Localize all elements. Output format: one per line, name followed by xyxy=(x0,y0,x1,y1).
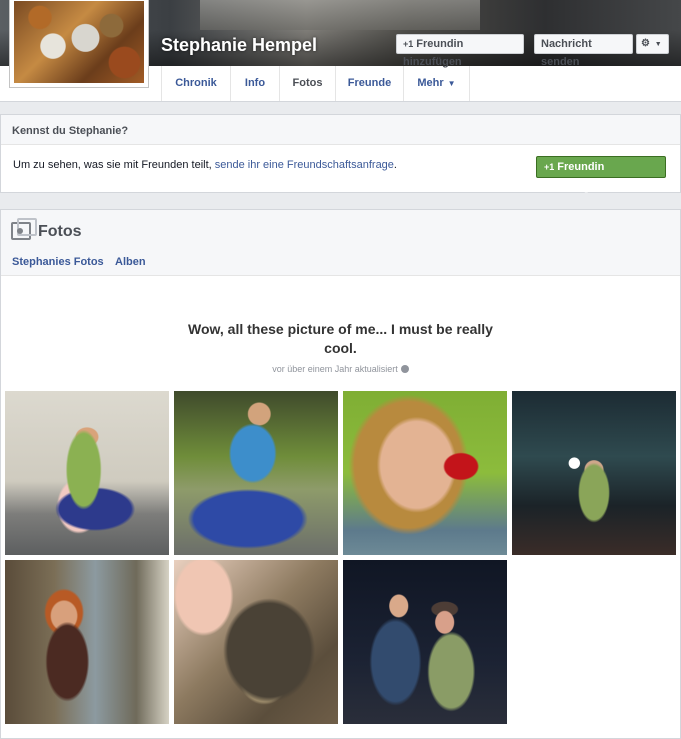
profile-picture-image xyxy=(14,1,144,83)
subtab-alben[interactable]: Alben xyxy=(115,256,146,268)
friend-suggestion-suffix: . xyxy=(393,159,397,171)
photos-title[interactable]: Fotos xyxy=(38,223,82,241)
photo-thumbnail-4[interactable] xyxy=(512,391,676,555)
album-title: Wow, all these picture of me... I must b… xyxy=(188,321,493,356)
add-friend-button[interactable]: +1 Freundin hinzufügen xyxy=(396,34,524,68)
tab-mehr-label: Mehr xyxy=(417,77,444,89)
profile-name[interactable]: Stephanie Hempel xyxy=(161,35,317,56)
gear-icon: ⚙ xyxy=(641,38,650,49)
person-plus-icon: +1 xyxy=(544,162,555,172)
person-plus-icon: +1 xyxy=(403,39,414,49)
tab-mehr[interactable]: Mehr ▼ xyxy=(403,66,470,101)
add-friend-green-button[interactable]: +1 Freundin hinzufügen xyxy=(536,156,666,193)
album-updated: vor über einem Jahr aktualisiert xyxy=(1,364,680,374)
tab-freunde[interactable]: Freunde xyxy=(335,66,403,101)
photo-thumbnail-3[interactable] xyxy=(343,391,507,555)
photos-icon xyxy=(11,218,37,240)
profile-picture[interactable] xyxy=(9,0,149,88)
tab-info[interactable]: Info xyxy=(230,66,279,101)
photo-thumbnail-5[interactable] xyxy=(5,560,169,724)
friend-suggestion-prefix: Um zu sehen, was sie mit Freunden teilt, xyxy=(13,159,215,171)
friend-suggestion-text: Um zu sehen, was sie mit Freunden teilt,… xyxy=(13,159,397,171)
chevron-down-icon: ▼ xyxy=(654,41,662,48)
cover-sky xyxy=(200,0,480,30)
photo-thumbnail-7[interactable] xyxy=(343,560,507,724)
album-updated-text: vor über einem Jahr aktualisiert xyxy=(272,364,398,374)
globe-icon xyxy=(400,365,409,373)
photo-thumbnail-2[interactable] xyxy=(174,391,338,555)
friend-suggestion-box: Kennst du Stephanie? Um zu sehen, was si… xyxy=(0,114,681,193)
tab-fotos[interactable]: Fotos xyxy=(279,66,335,101)
subtab-stephanies-fotos[interactable]: Stephanies Fotos xyxy=(12,256,104,268)
photos-header: Fotos Stephanies Fotos Alben xyxy=(1,210,680,276)
settings-dropdown-button[interactable]: ⚙ ▼ xyxy=(636,34,669,54)
photo-thumbnail-1[interactable] xyxy=(5,391,169,555)
friend-suggestion-heading: Kennst du Stephanie? xyxy=(1,115,680,145)
chevron-down-icon: ▼ xyxy=(447,79,456,88)
send-message-button[interactable]: Nachricht senden xyxy=(534,34,633,68)
photo-thumbnail-6[interactable] xyxy=(174,560,338,724)
friend-request-link[interactable]: sende ihr eine Freundschaftsanfrage xyxy=(215,159,394,171)
tab-chronik[interactable]: Chronik xyxy=(161,66,230,101)
